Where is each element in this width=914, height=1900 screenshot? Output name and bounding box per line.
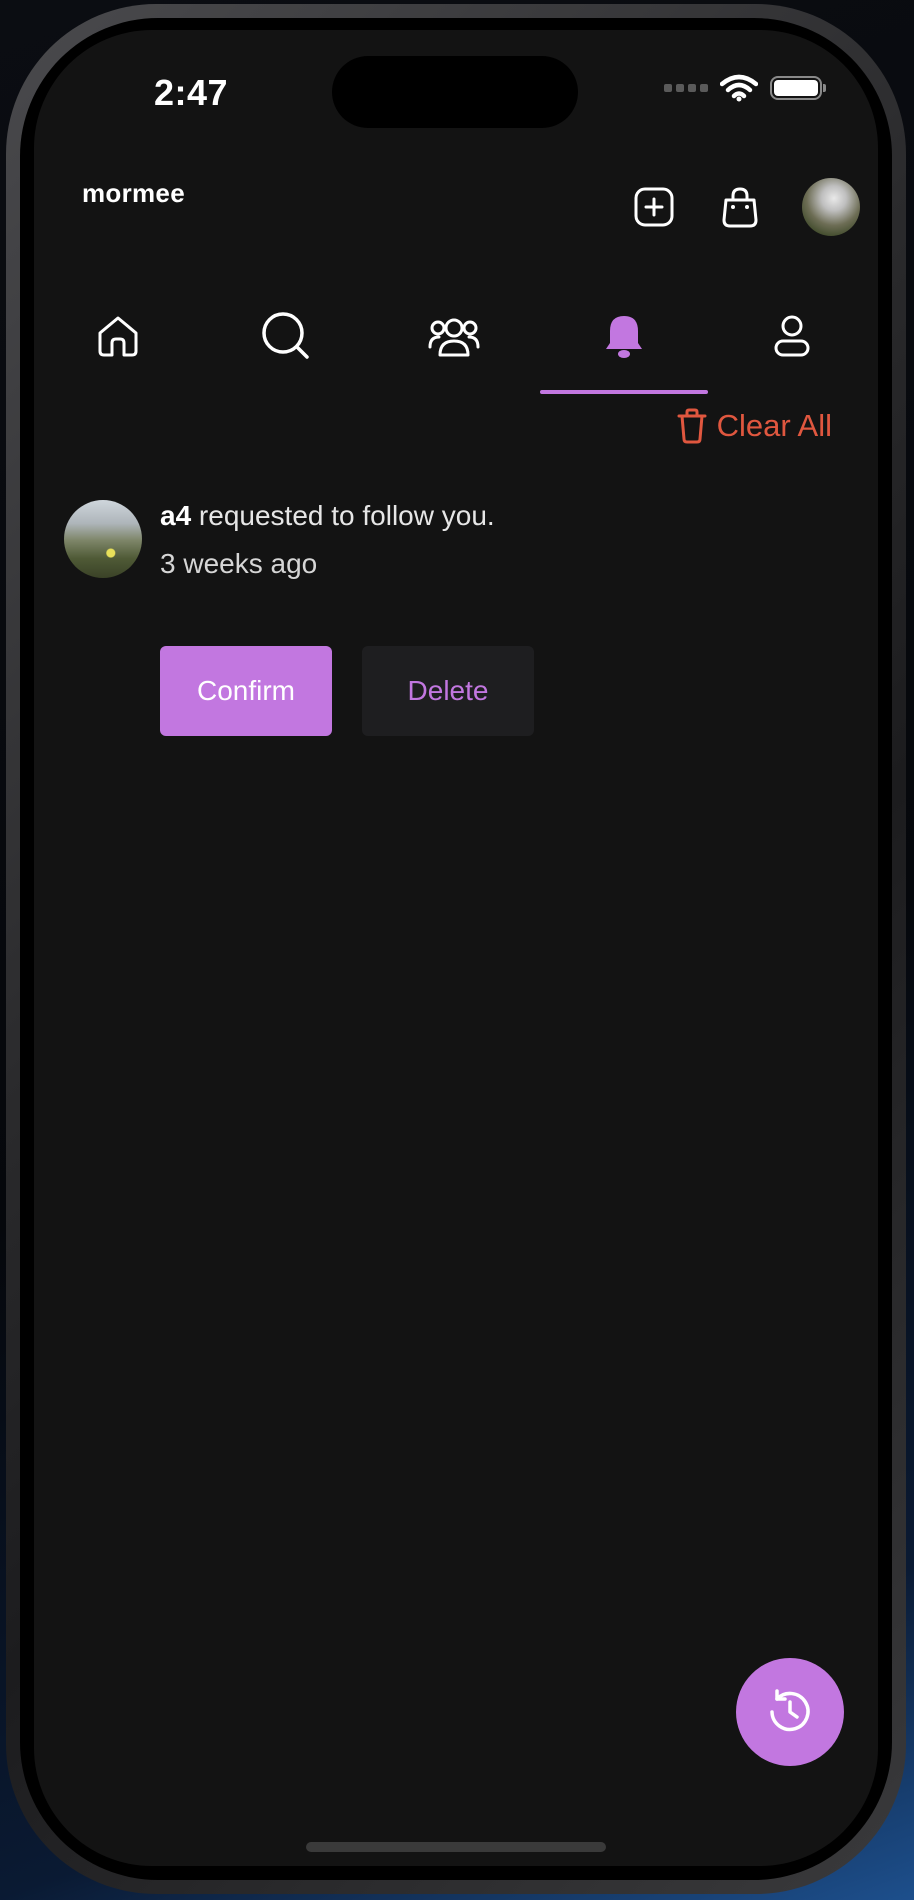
bell-icon	[606, 316, 642, 358]
shopping-bag-icon	[722, 187, 758, 228]
home-icon	[98, 316, 138, 357]
history-icon	[770, 1689, 810, 1732]
notification-username[interactable]: a4	[160, 500, 191, 531]
tab-search[interactable]	[202, 280, 370, 392]
delete-button[interactable]: Delete	[362, 646, 534, 736]
notification-avatar[interactable]	[64, 500, 142, 578]
confirm-button[interactable]: Confirm	[160, 646, 332, 736]
active-tab-indicator	[540, 390, 708, 394]
home-indicator[interactable]	[306, 1842, 606, 1852]
history-fab[interactable]	[736, 1658, 844, 1766]
dynamic-island	[332, 56, 578, 128]
group-icon	[428, 318, 480, 357]
tab-profile[interactable]	[708, 280, 876, 392]
app-screen: 2:47 mormee Clear All a4 requested to fo…	[34, 30, 878, 1866]
search-icon	[262, 312, 309, 359]
app-logo: mormee	[82, 178, 185, 208]
header-actions	[630, 178, 860, 236]
tab-notifications[interactable]	[540, 280, 708, 392]
cart-button[interactable]	[716, 183, 764, 231]
create-post-button[interactable]	[630, 183, 678, 231]
tab-home[interactable]	[34, 280, 202, 392]
profile-avatar[interactable]	[802, 178, 860, 236]
notification-timestamp: 3 weeks ago	[160, 548, 318, 579]
tab-community[interactable]	[370, 280, 538, 392]
battery-icon	[770, 76, 826, 100]
notification-text: a4 requested to follow you.	[160, 500, 495, 532]
wifi-icon	[720, 74, 758, 102]
trash-icon	[677, 408, 707, 444]
clear-all-button[interactable]: Clear All	[677, 408, 832, 444]
main-tab-bar	[34, 280, 878, 396]
notification-message: requested to follow you.	[191, 500, 495, 531]
user-icon	[774, 315, 810, 357]
cellular-signal-icon	[664, 84, 708, 92]
status-indicators	[664, 74, 826, 102]
plus-square-icon	[634, 187, 674, 227]
clear-all-label: Clear All	[716, 408, 832, 443]
status-time: 2:47	[154, 72, 229, 113]
